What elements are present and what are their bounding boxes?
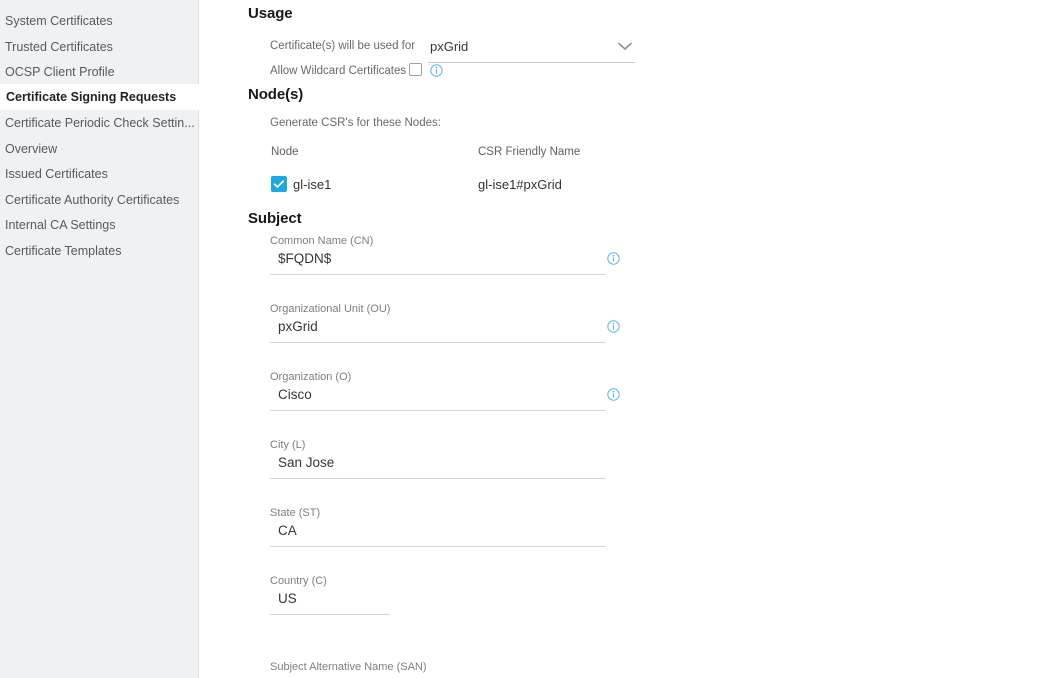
nodes-section-heading: Node(s) [248, 86, 304, 103]
generate-csr-description: Generate CSR's for these Nodes: [270, 117, 441, 129]
sidebar-item-trusted-certificates[interactable]: Trusted Certificates [0, 34, 199, 60]
sidebar-item-overview[interactable]: Overview [0, 136, 199, 162]
sidebar-navigation: System Certificates Trusted Certificates… [0, 0, 199, 678]
common-name-underline [270, 274, 605, 275]
common-name-value[interactable]: $FQDN$ [278, 251, 331, 266]
node-row-checkbox[interactable] [271, 176, 287, 192]
allow-wildcard-certificates-checkbox[interactable] [409, 63, 422, 76]
city-underline [270, 478, 605, 479]
certificate-used-for-underline [428, 62, 635, 63]
info-icon-wildcard[interactable] [430, 64, 443, 77]
allow-wildcard-certificates-label: Allow Wildcard Certificates [270, 65, 407, 77]
organizational-unit-value[interactable]: pxGrid [278, 319, 318, 334]
usage-section-heading: Usage [248, 5, 293, 22]
column-header-csr-friendly-name: CSR Friendly Name [478, 146, 581, 158]
country-value[interactable]: US [278, 591, 297, 606]
organizational-unit-label: Organizational Unit (OU) [270, 303, 391, 315]
certificate-used-for-value[interactable]: pxGrid [430, 39, 468, 54]
organization-label: Organization (O) [270, 371, 352, 383]
country-underline [270, 614, 390, 615]
csr-form-panel: Usage Certificate(s) will be used for px… [200, 0, 1045, 678]
organizational-unit-underline [270, 342, 605, 343]
certificate-used-for-label: Certificate(s) will be used for [270, 40, 416, 52]
state-value[interactable]: CA [278, 523, 297, 538]
country-label: Country (C) [270, 575, 327, 587]
state-underline [270, 546, 605, 547]
organization-value[interactable]: Cisco [278, 387, 312, 402]
sidebar-item-issued-certificates[interactable]: Issued Certificates [0, 161, 199, 187]
sidebar-item-certificate-authority-certificates[interactable]: Certificate Authority Certificates [0, 187, 199, 213]
sidebar-item-internal-ca-settings[interactable]: Internal CA Settings [0, 212, 199, 238]
info-icon-organizational-unit[interactable] [607, 320, 620, 333]
city-value[interactable]: San Jose [278, 455, 334, 470]
sidebar-item-certificate-templates[interactable]: Certificate Templates [0, 238, 199, 264]
column-header-node: Node [271, 146, 299, 158]
chevron-down-icon[interactable] [618, 42, 632, 51]
sidebar-item-system-certificates[interactable]: System Certificates [0, 8, 199, 34]
organization-underline [270, 410, 605, 411]
sidebar-item-certificate-signing-requests[interactable]: Certificate Signing Requests [0, 84, 199, 110]
sidebar-item-certificate-periodic-check-settings[interactable]: Certificate Periodic Check Settin... [0, 110, 199, 136]
sidebar-item-ocsp-client-profile[interactable]: OCSP Client Profile [0, 59, 199, 85]
subject-section-heading: Subject [248, 210, 302, 227]
csr-friendly-name-value: gl-ise1#pxGrid [478, 177, 562, 192]
city-label: City (L) [270, 439, 306, 451]
node-name-value: gl-ise1 [293, 177, 332, 192]
state-label: State (ST) [270, 507, 321, 519]
subject-alternative-name-label: Subject Alternative Name (SAN) [270, 661, 427, 673]
info-icon-organization[interactable] [607, 388, 620, 401]
info-icon-common-name[interactable] [607, 252, 620, 265]
common-name-label: Common Name (CN) [270, 235, 374, 247]
